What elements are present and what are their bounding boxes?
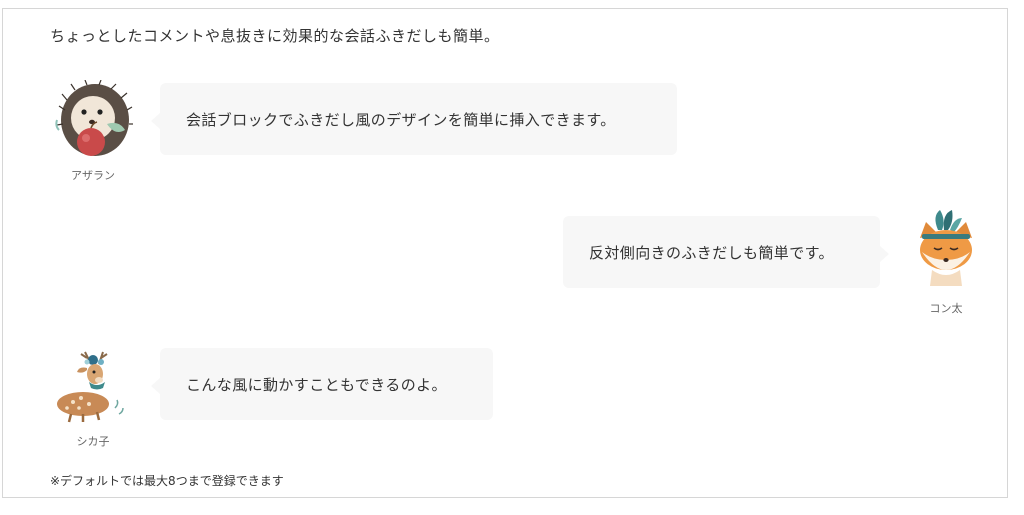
deer-with-flowers-icon — [53, 346, 133, 426]
fox-with-feathers-icon — [906, 208, 986, 288]
speech-bubble-right: 反対側向きのふきだしも簡単です。 — [563, 216, 889, 288]
intro-text: ちょっとしたコメントや息抜きに効果的な会話ふきだしも簡単。 — [50, 27, 500, 45]
bubble-text: 会話ブロックでふきだし風のデザインを簡単に挿入できます。 — [186, 110, 616, 129]
hedgehog-with-apple-icon — [53, 80, 133, 160]
bubble-text: 反対側向きのふきだしも簡単です。 — [589, 243, 834, 262]
speaker-name: コン太 — [929, 302, 963, 315]
speaker-name: アザラン — [71, 169, 115, 182]
bubble-text: こんな風に動かすこともできるのよ。 — [186, 375, 447, 394]
speech-bubble-left: こんな風に動かすこともできるのよ。 — [151, 348, 493, 420]
speaker-name: シカ子 — [76, 435, 110, 448]
speech-bubble-left: 会話ブロックでふきだし風のデザインを簡単に挿入できます。 — [151, 83, 677, 155]
footnote: ※デフォルトでは最大8つまで登録できます — [50, 474, 284, 488]
